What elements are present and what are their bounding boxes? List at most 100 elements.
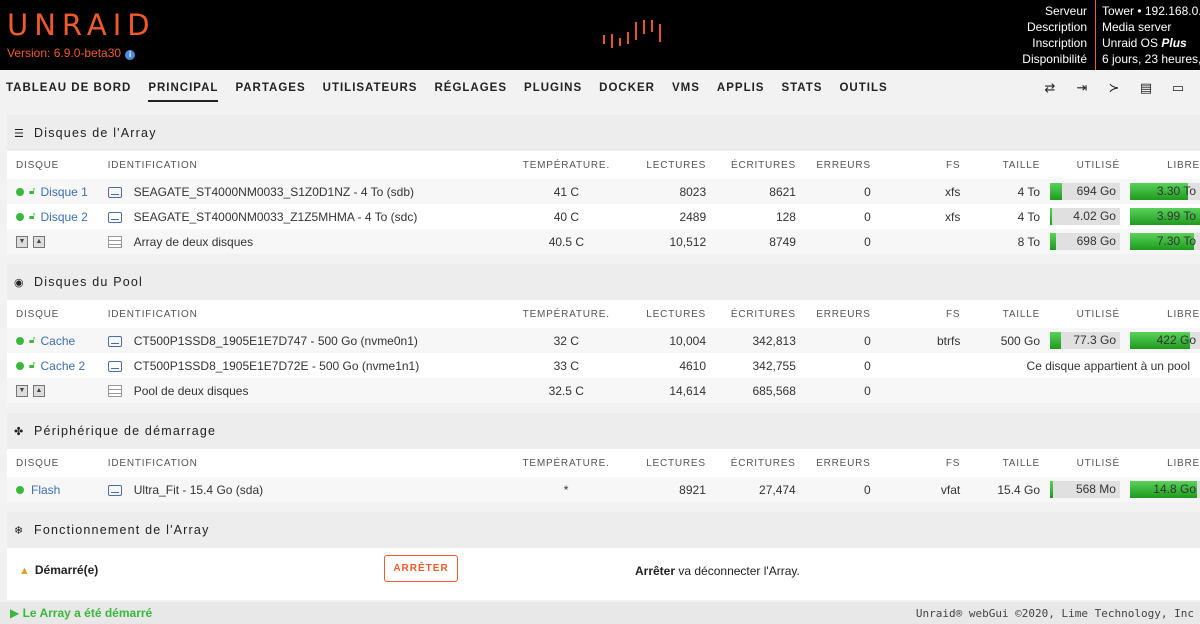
unlocked-icon: 🔓︎ [29, 186, 36, 198]
disk-size: 4 To [960, 179, 1041, 204]
free-value: 3.30 To [1156, 184, 1196, 198]
tab-shares[interactable]: PARTAGES [235, 70, 305, 105]
tab-users[interactable]: UTILISATEURS [323, 70, 418, 105]
array-section: ☰ Disques de l'Array DISQUE IDENTIFICATIO… [7, 115, 1200, 254]
disk-link[interactable]: Cache [40, 334, 75, 348]
summary-temp: 40.5 C [516, 229, 617, 254]
stop-array-button[interactable]: ARRÊTER [384, 555, 458, 582]
col-used: UTILISÉ [1076, 159, 1120, 171]
unraid-logo[interactable]: UNRAID [7, 8, 156, 42]
table-header: DISQUE IDENTIFICATION TEMPÉRATURE. LECTU… [7, 300, 1200, 328]
disk-link[interactable]: Disque 1 [40, 185, 87, 199]
disk-errors: 0 [795, 179, 871, 204]
col-used: UTILISÉ [1076, 308, 1121, 320]
disk-id: Ultra_Fit - 15.4 Go (sda) [133, 482, 264, 497]
boot-table: DISQUE IDENTIFICATION TEMPÉRATURE. LECTU… [7, 449, 1200, 502]
col-temp: TEMPÉRATURE. [522, 457, 610, 469]
disk-errors: 0 [864, 209, 871, 224]
summary-errors: 0 [795, 229, 871, 254]
summary-errors: 0 [795, 378, 871, 403]
info-icon[interactable]: i [125, 50, 136, 60]
disk-writes: 342,813 [706, 328, 796, 353]
tab-vms[interactable]: VMS [672, 70, 700, 105]
table-row: 🔓︎ Cache CT500P1SSD8_1905E1E7D747 - 500 G… [7, 328, 1200, 353]
stop-label: Arrêter [635, 564, 676, 578]
free-bar: 7.30 To [1130, 233, 1200, 250]
boot-title: ✤ Périphérique de démarrage [7, 413, 1200, 449]
status-dot-icon [16, 212, 24, 221]
list-icon [107, 385, 122, 398]
used-bar: 4.02 Go [1049, 208, 1120, 225]
summary-writes: 8749 [706, 229, 796, 254]
footer-copyright: Unraid® webGui ©2020, Lime Technology, I… [915, 607, 1194, 620]
col-temp: TEMPÉRATURE. [522, 308, 610, 320]
summary-id: Pool de deux disques [133, 383, 249, 398]
status-dot-icon [16, 187, 24, 196]
logout-icon[interactable]: ⇥ [1066, 80, 1098, 96]
table-row: Flash Ultra_Fit - 15.4 Go (sda) * 8921 2… [7, 477, 1200, 502]
disk-writes: 342,755 [752, 358, 796, 373]
spin-up-button[interactable]: ▲ [33, 385, 45, 398]
registration-key: Inscription [1032, 36, 1087, 50]
disk-link[interactable]: Flash [31, 483, 60, 497]
boot-title-text: Périphérique de démarrage [34, 424, 217, 438]
monitor-icon[interactable]: ▭ [1162, 80, 1194, 96]
version-text: Version: 6.9.0-beta30 [7, 46, 122, 60]
summary-reads: 10,512 [616, 229, 707, 254]
header: UNRAID Version: 6.9.0-beta30 i Serveur De… [0, 0, 1200, 70]
used-bar: 568 Mo [1049, 481, 1120, 498]
col-free: LIBRE [1167, 159, 1200, 171]
main-nav: TABLEAU DE BORD PRINCIPAL PARTAGES UTILI… [0, 70, 1200, 105]
disk-id: SEAGATE_ST4000NM0033_S1Z0D1NZ - 4 To (sd… [133, 184, 415, 199]
col-writes: ÉCRITURES [730, 457, 796, 469]
tab-plugins[interactable]: PLUGINS [524, 70, 582, 105]
free-value: 3.99 To [1156, 209, 1196, 223]
switch-icon[interactable]: ⇄ [1034, 80, 1066, 96]
col-free: LIBRE [1167, 457, 1200, 469]
free-bar: 422 Go [1130, 332, 1200, 349]
server-key: Serveur [1044, 4, 1087, 18]
footer: ▶ Le Array a été démarré Unraid® webGui … [0, 602, 1200, 624]
terminal-icon[interactable]: ≻ [1098, 80, 1130, 96]
disk-fs: btrfs [870, 328, 961, 353]
tab-main[interactable]: PRINCIPAL [148, 70, 219, 105]
tab-docker[interactable]: DOCKER [599, 70, 655, 105]
hdd-icon [107, 186, 122, 198]
snowflake-icon: ❄ [14, 525, 25, 537]
tab-apps[interactable]: APPLIS [717, 70, 765, 105]
notes-icon[interactable]: ▤ [1130, 80, 1162, 96]
col-fs: FS [945, 457, 961, 469]
spin-up-button[interactable]: ▲ [33, 236, 45, 249]
tab-tools[interactable]: OUTILS [839, 70, 887, 105]
registration-value[interactable]: Unraid OS Plus [1102, 35, 1200, 51]
disk-id: SEAGATE_ST4000NM0033_Z1Z5MHMA - 4 To (sd… [133, 209, 418, 224]
tab-stats[interactable]: STATS [781, 70, 822, 105]
spin-down-button[interactable]: ▼ [16, 236, 28, 249]
usb-icon [107, 484, 122, 496]
tab-settings[interactable]: RÉGLAGES [434, 70, 507, 105]
unlocked-icon: 🔓︎ [29, 360, 36, 372]
table-header: DISQUE IDENTIFICATION TEMPÉRATURE. LECTU… [7, 449, 1200, 477]
disk-temp: * [516, 477, 617, 502]
table-row: 🔓︎ Disque 2 SEAGATE_ST4000NM0033_Z1Z5MHMA… [7, 204, 1200, 229]
disk-link[interactable]: Disque 2 [40, 210, 87, 224]
warning-icon: ▲ [19, 565, 30, 577]
spin-down-button[interactable]: ▼ [16, 385, 28, 398]
disk-link[interactable]: Cache 2 [40, 359, 85, 373]
col-size: TAILLE [1002, 457, 1041, 469]
free-value: 422 Go [1156, 333, 1196, 347]
array-title: ☰ Disques de l'Array [7, 115, 1200, 151]
col-writes: ÉCRITURES [730, 308, 796, 320]
summary-writes: 685,568 [706, 378, 796, 403]
col-errors: ERREURS [816, 159, 871, 171]
server-info-keys: Serveur Description Inscription Disponib… [1022, 0, 1095, 70]
array-table: DISQUE IDENTIFICATION TEMPÉRATURE. LECTU… [7, 151, 1200, 254]
summary-size: 8 To [960, 229, 1041, 254]
disk-fs: vfat [870, 477, 961, 502]
table-header: DISQUE IDENTIFICATION TEMPÉRATURE. LECTU… [7, 151, 1200, 179]
tab-dashboard[interactable]: TABLEAU DE BORD [6, 70, 131, 105]
free-bar: 3.30 To [1130, 183, 1200, 200]
disk-errors: 0 [864, 358, 871, 373]
col-errors: ERREURS [816, 308, 871, 320]
col-id: IDENTIFICATION [107, 308, 198, 320]
